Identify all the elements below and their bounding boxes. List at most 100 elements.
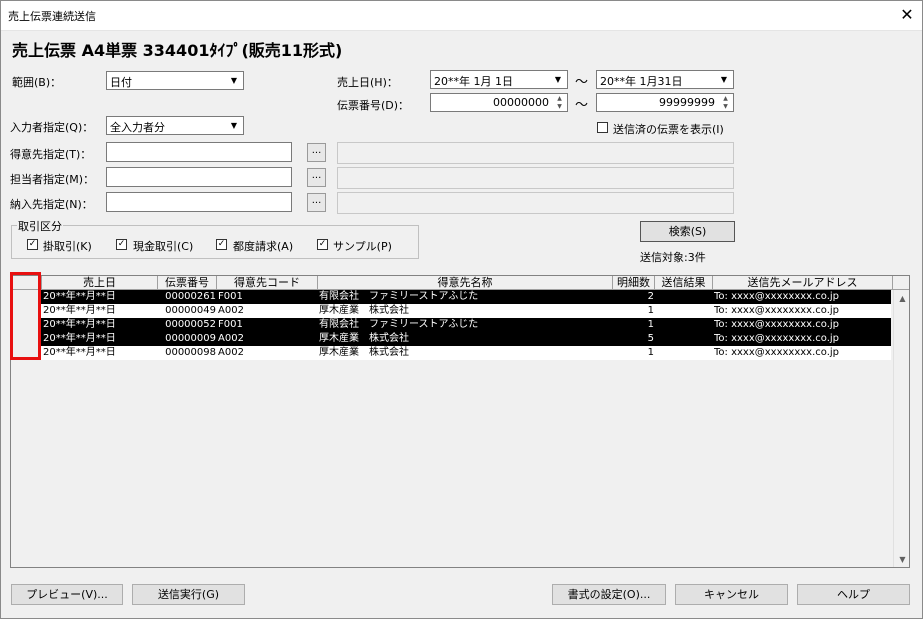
staff-name-display [337,167,734,189]
spin-down-icon[interactable]: ▼ [553,103,566,111]
delivery-browse-button[interactable]: ... [307,193,326,212]
range-select[interactable]: 日付 ▼ [106,71,244,90]
transaction-type-legend: 取引区分 [17,218,63,234]
table-row[interactable]: 20**年**月**日 00000009 A002 厚木産業 株式会社 5 To… [11,332,891,346]
range-label: 範囲(B)： [12,76,62,89]
slip-range-tilde: 〜 [575,98,589,113]
table-row[interactable]: 20**年**月**日 00000261 F001 有限会社 ファミリーストアふ… [11,290,891,304]
col-header-slip-no[interactable]: 伝票番号 [158,276,217,290]
delivery-label: 納入先指定(N)： [10,198,93,211]
txn-sample-label: サンプル(P) [333,240,392,253]
cell-send-result [656,318,712,332]
customer-input[interactable] [106,142,292,162]
col-header-customer-code[interactable]: 得意先コード [217,276,318,290]
cell-customer-name: 厚木産業 株式会社 [319,347,409,358]
spin-up-icon[interactable]: ▲ [553,95,566,103]
cell-slip-no: 00000049 [165,305,216,316]
chevron-down-icon: ▼ [230,121,238,130]
range-value: 日付 [110,76,132,89]
cell-slip-no: 00000261 [165,291,216,302]
delivery-input[interactable] [106,192,292,212]
sales-date-label: 売上日(H)： [337,76,398,89]
table-row[interactable]: 20**年**月**日 00000098 A002 厚木産業 株式会社 1 To… [11,346,891,360]
vertical-scrollbar[interactable]: ▲ ▼ [893,290,909,567]
col-header-send-result[interactable]: 送信結果 [655,276,713,290]
col-header-customer-name[interactable]: 得意先名称 [318,276,613,290]
scroll-up-icon[interactable]: ▲ [894,290,909,307]
cell-customer-code: A002 [218,347,244,358]
cell-date: 20**年**月**日 [43,305,116,316]
operator-select[interactable]: 全入力者分 ▼ [106,116,244,135]
operator-value: 全入力者分 [110,121,165,134]
table-row[interactable]: 20**年**月**日 00000049 A002 厚木産業 株式会社 1 To… [11,304,891,318]
search-button[interactable]: 検索(S) [640,221,735,242]
cell-slip-no: 00000052 [165,319,216,330]
txn-per-invoice-label: 都度請求(A) [233,240,294,253]
cell-customer-name: 有限会社 ファミリーストアふじた [319,291,479,302]
send-button[interactable]: 送信実行(G) [132,584,245,605]
cell-customer-code: A002 [218,305,244,316]
slip-no-to-value: 99999999 [659,96,715,109]
operator-label: 入力者指定(Q)： [10,121,94,134]
cancel-button[interactable]: キャンセル [675,584,788,605]
sales-date-from[interactable]: 20**年 1月 1日 ▼ [430,70,568,89]
slip-no-label: 伝票番号(D)： [337,99,410,112]
spin-up-icon[interactable]: ▲ [719,95,732,103]
customer-label: 得意先指定(T)： [10,148,92,161]
slip-no-to[interactable]: 99999999 ▲ ▼ [596,93,734,112]
cell-detail-count: 1 [647,319,654,330]
send-count: 送信対象:3件 [640,251,706,264]
cell-detail-count: 1 [647,305,654,316]
sales-date-to[interactable]: 20**年 1月31日 ▼ [596,70,734,89]
show-sent-checkbox[interactable] [597,122,608,133]
cell-slip-no: 00000009 [165,333,216,344]
col-header-detail-count[interactable]: 明細数 [613,276,655,290]
cell-email: To: xxxx@xxxxxxxx.co.jp [714,291,840,302]
chevron-down-icon: ▼ [230,76,238,85]
txn-cash-label: 現金取引(C) [133,240,194,253]
cell-customer-code: A002 [218,333,244,344]
col-header-email[interactable]: 送信先メールアドレス [713,276,893,290]
scroll-down-icon[interactable]: ▼ [894,551,909,567]
txn-sample-checkbox[interactable]: ✓ [317,239,328,250]
format-settings-button[interactable]: 書式の設定(O)... [552,584,666,605]
scroll-corner [893,276,909,290]
txn-credit-label: 掛取引(K) [43,240,92,253]
table-row[interactable]: 20**年**月**日 00000052 F001 有限会社 ファミリーストアふ… [11,318,891,332]
txn-cash-checkbox[interactable]: ✓ [116,239,127,250]
cell-email: To: xxxx@xxxxxxxx.co.jp [714,333,840,344]
spin-down-icon[interactable]: ▼ [719,103,732,111]
txn-credit-checkbox[interactable]: ✓ [27,239,38,250]
customer-name-display [337,142,734,164]
cell-date: 20**年**月**日 [43,291,116,302]
help-button[interactable]: ヘルプ [797,584,910,605]
cell-date: 20**年**月**日 [43,319,116,330]
title-bar: 売上伝票連続送信 ✕ [0,0,923,31]
staff-label: 担当者指定(M)： [10,173,95,186]
cell-detail-count: 1 [647,347,654,358]
page-title: 売上伝票 A4単票 334401ﾀｲﾌﾟ(販売11形式) [12,41,343,60]
sales-date-from-value: 20**年 1月 1日 [434,75,513,88]
cell-email: To: xxxx@xxxxxxxx.co.jp [714,347,840,358]
cell-email: To: xxxx@xxxxxxxx.co.jp [714,305,840,316]
cell-customer-name: 厚木産業 株式会社 [319,305,409,316]
close-icon[interactable]: ✕ [896,4,918,26]
slip-no-from-value: 00000000 [493,96,549,109]
preview-button[interactable]: プレビュー(V)... [11,584,123,605]
date-range-tilde: 〜 [575,75,589,90]
customer-browse-button[interactable]: ... [307,143,326,162]
txn-per-invoice-checkbox[interactable]: ✓ [216,239,227,250]
cell-detail-count: 5 [647,333,654,344]
staff-browse-button[interactable]: ... [307,168,326,187]
delivery-name-display [337,192,734,214]
slip-no-from[interactable]: 00000000 ▲ ▼ [430,93,568,112]
staff-input[interactable] [106,167,292,187]
cell-date: 20**年**月**日 [43,333,116,344]
cell-date: 20**年**月**日 [43,347,116,358]
show-sent-label: 送信済の伝票を表示(I) [613,123,724,136]
col-header-date[interactable]: 売上日 [42,276,158,290]
cell-send-result [656,304,712,318]
slip-table[interactable]: 売上日 伝票番号 得意先コード 得意先名称 明細数 送信結果 送信先メールアドレ… [10,275,910,568]
cell-customer-name: 有限会社 ファミリーストアふじた [319,319,479,330]
chevron-down-icon: ▼ [554,75,562,84]
